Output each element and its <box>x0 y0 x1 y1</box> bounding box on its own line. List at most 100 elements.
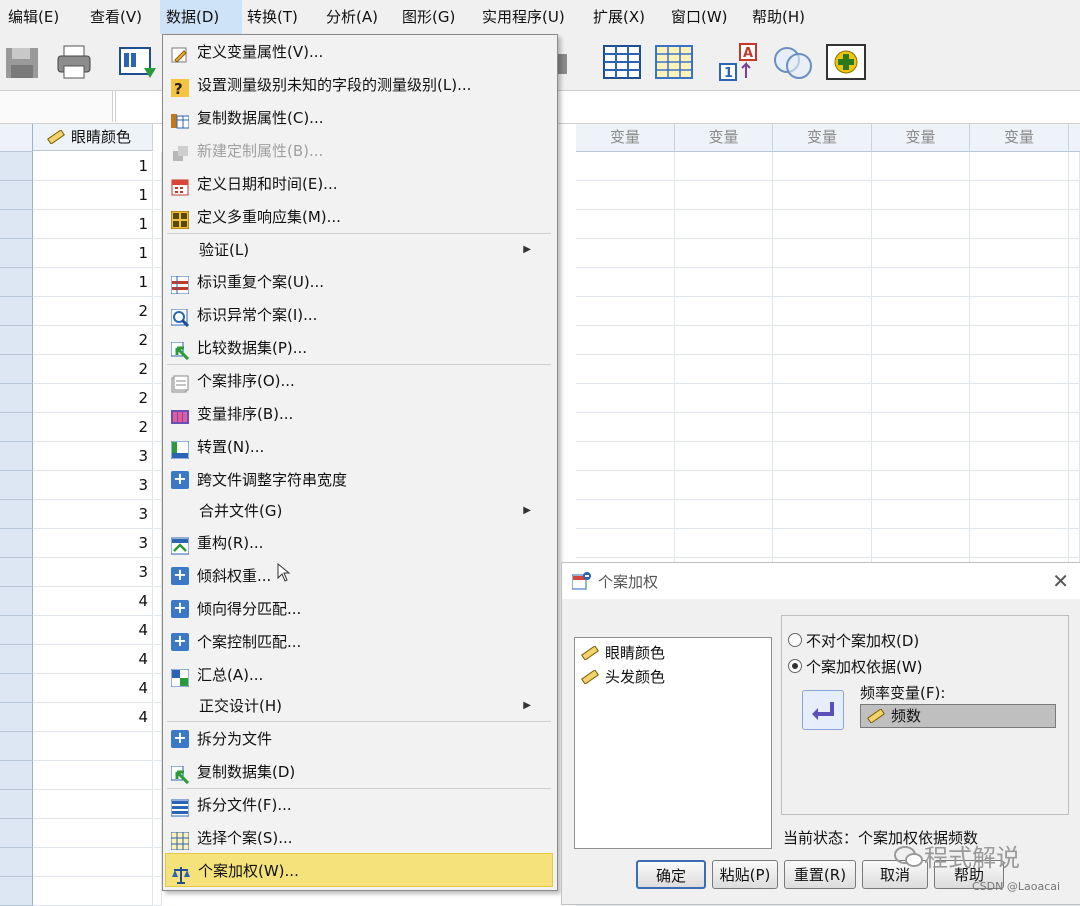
empty-cell[interactable] <box>970 500 1069 529</box>
empty-cell[interactable] <box>970 529 1069 558</box>
eye-color-cell[interactable]: 4 <box>33 616 153 645</box>
empty-cell[interactable] <box>872 152 970 181</box>
empty-cell[interactable] <box>576 500 675 529</box>
column-header-eye-color[interactable]: 眼睛颜色 <box>33 124 153 151</box>
menu-item-restructure[interactable]: 重构(R)... <box>165 527 553 559</box>
empty-cell[interactable] <box>675 239 773 268</box>
column-header-var[interactable]: 变量 <box>872 124 970 152</box>
empty-cell[interactable] <box>576 268 675 297</box>
empty-cell[interactable] <box>773 239 872 268</box>
empty-cell[interactable] <box>576 297 675 326</box>
empty-cell[interactable] <box>773 442 872 471</box>
row-header[interactable] <box>0 210 33 239</box>
empty-cell[interactable] <box>154 877 162 906</box>
empty-cell[interactable] <box>576 442 675 471</box>
eye-color-cell[interactable] <box>33 761 153 790</box>
menu-utilities[interactable]: 实用程序(U) <box>476 0 571 34</box>
eye-color-cell[interactable]: 2 <box>33 297 153 326</box>
row-header[interactable] <box>0 761 33 790</box>
empty-cell[interactable] <box>154 529 162 558</box>
empty-cell[interactable] <box>675 413 773 442</box>
empty-cell[interactable] <box>970 355 1069 384</box>
empty-cell[interactable] <box>576 413 675 442</box>
menu-item-identify-duplicate-cases[interactable]: 标识重复个案(U)... <box>165 266 553 298</box>
row-header[interactable] <box>0 384 33 413</box>
radio-button[interactable] <box>788 659 802 673</box>
empty-cell[interactable] <box>872 413 970 442</box>
menu-item-copy-dataset[interactable]: 复制数据集(D) <box>165 756 553 788</box>
reset-button[interactable]: 重置(R) <box>784 860 856 889</box>
empty-cell[interactable] <box>576 152 675 181</box>
dialog-recall-icon[interactable] <box>118 42 158 82</box>
list-item[interactable]: 头发颜色 <box>581 666 665 688</box>
menu-extensions[interactable]: 扩展(X) <box>587 0 651 34</box>
empty-cell[interactable] <box>872 471 970 500</box>
empty-cell[interactable] <box>154 732 162 761</box>
empty-cell[interactable] <box>154 761 162 790</box>
menu-item-aggregate[interactable]: 汇总(A)... <box>165 659 553 691</box>
empty-cell[interactable] <box>675 384 773 413</box>
row-header[interactable] <box>0 558 33 587</box>
empty-cell[interactable] <box>872 326 970 355</box>
eye-color-cell[interactable]: 4 <box>33 703 153 732</box>
empty-cell[interactable] <box>576 384 675 413</box>
empty-cell[interactable] <box>154 616 162 645</box>
empty-cell[interactable] <box>773 384 872 413</box>
empty-cell[interactable] <box>576 471 675 500</box>
menu-item-define-variable-properties[interactable]: 定义变量属性(V)... <box>165 36 553 68</box>
eye-color-cell[interactable]: 2 <box>33 413 153 442</box>
empty-cell[interactable] <box>872 297 970 326</box>
frequency-variable-field[interactable]: 频数 <box>860 704 1056 728</box>
menu-item-split-into-files[interactable]: + 拆分为文件 <box>165 723 553 755</box>
empty-cell[interactable] <box>154 355 162 384</box>
menu-item-compare-datasets[interactable]: 比较数据集(P)... <box>165 332 553 364</box>
move-variable-button[interactable] <box>802 690 844 730</box>
empty-cell[interactable] <box>154 471 162 500</box>
column-header-var[interactable]: 变量 <box>675 124 773 152</box>
empty-cell[interactable] <box>154 297 162 326</box>
empty-cell[interactable] <box>970 471 1069 500</box>
row-header[interactable] <box>0 703 33 732</box>
empty-cell[interactable] <box>154 848 162 877</box>
row-header[interactable] <box>0 674 33 703</box>
empty-cell[interactable] <box>970 268 1069 297</box>
row-header[interactable] <box>0 326 33 355</box>
empty-cell[interactable] <box>1069 442 1080 471</box>
menu-item-weight-cases[interactable]: 个案加权(W)... <box>165 853 553 887</box>
eye-color-cell[interactable]: 1 <box>33 152 153 181</box>
menu-item-define-multiple-response[interactable]: 定义多重响应集(M)... <box>165 201 553 233</box>
menu-edit[interactable]: 编辑(E) <box>2 0 65 34</box>
empty-cell[interactable] <box>154 413 162 442</box>
empty-cell[interactable] <box>576 181 675 210</box>
menu-analyze[interactable]: 分析(A) <box>320 0 384 34</box>
empty-cell[interactable] <box>154 210 162 239</box>
row-header[interactable] <box>0 732 33 761</box>
empty-cell[interactable] <box>154 558 162 587</box>
eye-color-cell[interactable]: 1 <box>33 239 153 268</box>
eye-color-cell[interactable] <box>33 790 153 819</box>
select-cases-grid-icon[interactable] <box>654 42 694 82</box>
empty-cell[interactable] <box>970 239 1069 268</box>
row-header[interactable] <box>0 297 33 326</box>
eye-color-cell[interactable]: 2 <box>33 355 153 384</box>
empty-cell[interactable] <box>576 239 675 268</box>
column-header-var-partial[interactable] <box>1069 124 1080 152</box>
empty-cell[interactable] <box>1069 384 1080 413</box>
row-header[interactable] <box>0 645 33 674</box>
menu-item-set-measurement-level[interactable]: ? 设置测量级别未知的字段的测量级别(L)... <box>165 69 553 101</box>
empty-cell[interactable] <box>872 239 970 268</box>
empty-cell[interactable] <box>872 500 970 529</box>
eye-color-cell[interactable]: 2 <box>33 384 153 413</box>
menu-view[interactable]: 查看(V) <box>84 0 148 34</box>
empty-cell[interactable] <box>154 645 162 674</box>
empty-cell[interactable] <box>576 210 675 239</box>
empty-cell[interactable] <box>970 413 1069 442</box>
menu-item-propensity-score-matching[interactable]: + 倾向得分匹配... <box>165 593 553 625</box>
empty-cell[interactable] <box>154 587 162 616</box>
row-header[interactable] <box>0 355 33 384</box>
empty-cell[interactable] <box>675 210 773 239</box>
menu-item-select-cases[interactable]: 选择个案(S)... <box>165 822 553 854</box>
menu-item-adjust-string-widths[interactable]: + 跨文件调整字符串宽度 <box>165 464 553 496</box>
row-header[interactable] <box>0 152 33 181</box>
eye-color-cell[interactable]: 3 <box>33 529 153 558</box>
